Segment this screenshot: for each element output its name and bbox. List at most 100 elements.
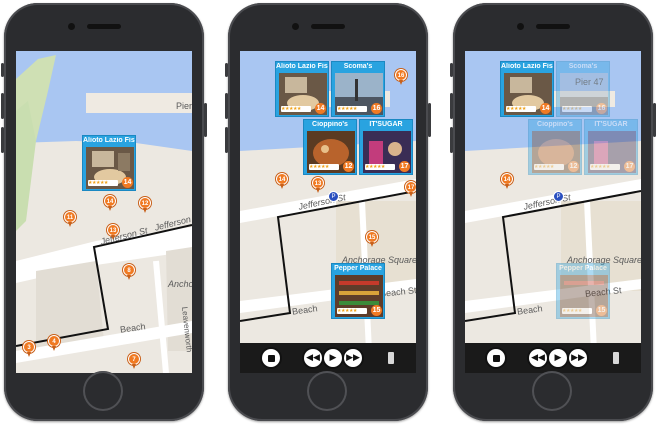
map-pin[interactable]: 12 <box>139 197 151 213</box>
volume-down-button <box>450 127 453 153</box>
poi-card-title: Alioto Lazio Fish <box>501 63 553 70</box>
poi-card[interactable]: Pepper Palace ★★★★★ 15 <box>331 263 385 319</box>
poi-card-title: Cioppino's <box>312 121 348 128</box>
stop-icon <box>492 354 500 362</box>
rating-stars: ★★★★★ <box>562 308 592 314</box>
poi-card[interactable]: IT'SUGAR ★★★★★ 17 <box>359 119 413 175</box>
poi-number-badge: 16 <box>596 103 607 114</box>
map-pin[interactable]: 13 <box>312 177 324 193</box>
play-icon: ▶ <box>329 353 337 363</box>
fast-forward-button[interactable]: ▶▶ <box>569 349 587 367</box>
home-button[interactable] <box>307 371 347 411</box>
parking-pin[interactable]: P <box>553 191 564 202</box>
map-pin[interactable]: 13 <box>107 224 119 240</box>
map-pin[interactable]: 8 <box>123 264 135 280</box>
poi-number-badge: 17 <box>399 161 410 172</box>
poi-card[interactable]: Cioppino's ★★★★★ 12 <box>528 119 582 175</box>
poi-card[interactable]: Scoma's ★★★★★ 16 <box>556 61 610 117</box>
map-pin[interactable]: 4 <box>48 335 60 351</box>
map-label-anchorage: Anchorage <box>168 279 192 289</box>
mute-switch <box>450 63 453 77</box>
poi-number-badge: 16 <box>371 103 382 114</box>
volume-down-button <box>225 127 228 153</box>
rating-stars: ★★★★★ <box>534 164 564 170</box>
poi-card[interactable]: Alioto Lazio Fish ★★★★★ 14 <box>275 61 329 117</box>
rating-stars: ★★★★★ <box>337 308 367 314</box>
map-pin[interactable]: 15 <box>366 231 378 247</box>
rewind-icon: ◀◀ <box>531 353 545 363</box>
rating-stars: ★★★★★ <box>562 106 592 112</box>
front-camera <box>292 23 299 30</box>
poi-number-badge: 15 <box>596 305 607 316</box>
poi-card[interactable]: Scoma's ★★★★★ 16 <box>331 61 385 117</box>
rewind-button[interactable]: ◀◀ <box>529 349 547 367</box>
map-pin[interactable]: 3 <box>23 341 35 357</box>
rewind-button[interactable]: ◀◀ <box>304 349 322 367</box>
poi-number-badge: 15 <box>371 305 382 316</box>
home-button[interactable] <box>532 371 572 411</box>
front-camera <box>517 23 524 30</box>
poi-number-badge: 12 <box>568 161 579 172</box>
map-pin[interactable]: 14 <box>104 195 116 211</box>
poi-number-badge: 14 <box>540 103 551 114</box>
poi-card[interactable]: Alioto Lazio Fish ★★★★★ 14 <box>500 61 554 117</box>
play-button[interactable]: ▶ <box>549 349 567 367</box>
rating-stars: ★★★★★ <box>590 164 620 170</box>
map-screen[interactable]: Pier 47 Jefferson St Anchorage Square Be… <box>465 51 641 373</box>
map-label-pier: Pier <box>176 101 192 111</box>
poi-card-title: Cioppino's <box>537 121 573 128</box>
power-button <box>428 103 431 137</box>
parking-pin[interactable]: P <box>328 191 339 202</box>
poi-card[interactable]: Cioppino's ★★★★★ 12 <box>303 119 357 175</box>
earpiece-speaker <box>536 24 570 29</box>
phone-2: Jefferson St Anchorage Square Beach Beac… <box>225 3 431 421</box>
map-canvas[interactable] <box>16 51 192 373</box>
play-icon: ▶ <box>554 353 562 363</box>
playback-controls: ◀◀ ▶ ▶▶ <box>240 343 416 373</box>
map-screen[interactable]: Pier Jefferson St Jefferson St Anchorage… <box>16 51 192 373</box>
stop-button[interactable] <box>262 349 280 367</box>
mute-switch <box>1 63 4 77</box>
poi-number-badge: 17 <box>624 161 635 172</box>
poi-card[interactable]: IT'SUGAR ★★★★★ 17 <box>584 119 638 175</box>
map-screen[interactable]: Jefferson St Anchorage Square Beach Beac… <box>240 51 416 373</box>
playback-controls: ◀◀ ▶ ▶▶ <box>465 343 641 373</box>
stop-icon <box>267 354 275 362</box>
poi-card[interactable]: Pepper Palace ★★★★★ 15 <box>556 263 610 319</box>
rating-stars: ★★★★★ <box>88 180 118 186</box>
earpiece-speaker <box>87 24 121 29</box>
progress-slider[interactable] <box>613 352 619 364</box>
rewind-icon: ◀◀ <box>306 353 320 363</box>
rating-stars: ★★★★★ <box>337 106 367 112</box>
power-button <box>204 103 207 137</box>
poi-number-badge: 14 <box>122 177 133 188</box>
fast-forward-icon: ▶▶ <box>571 353 585 363</box>
map-pin[interactable]: 14 <box>276 173 288 189</box>
poi-card-title: Scoma's <box>568 63 598 70</box>
poi-card-title: Alioto Lazio Fish <box>83 137 135 144</box>
poi-card[interactable]: Alioto Lazio Fish ★★★★★ 14 <box>82 135 136 191</box>
phone-3: Pier 47 Jefferson St Anchorage Square Be… <box>450 3 656 421</box>
map-pin[interactable]: 17 <box>405 181 416 197</box>
mute-switch <box>225 63 228 77</box>
stop-button[interactable] <box>487 349 505 367</box>
progress-slider[interactable] <box>388 352 394 364</box>
map-pin[interactable]: 16 <box>395 69 407 85</box>
play-button[interactable]: ▶ <box>324 349 342 367</box>
map-pin[interactable]: 14 <box>501 173 513 189</box>
earpiece-speaker <box>311 24 345 29</box>
fast-forward-icon: ▶▶ <box>346 353 360 363</box>
volume-up-button <box>450 93 453 119</box>
phone-1: Pier Jefferson St Jefferson St Anchorage… <box>1 3 207 421</box>
poi-card-title: IT'SUGAR <box>594 121 628 128</box>
home-button[interactable] <box>83 371 123 411</box>
poi-number-badge: 12 <box>343 161 354 172</box>
fast-forward-button[interactable]: ▶▶ <box>344 349 362 367</box>
map-pin[interactable]: 11 <box>64 211 76 227</box>
volume-down-button <box>1 127 4 153</box>
power-button <box>653 103 656 137</box>
rating-stars: ★★★★★ <box>309 164 339 170</box>
volume-up-button <box>225 93 228 119</box>
volume-up-button <box>1 93 4 119</box>
map-pin[interactable]: 7 <box>128 353 140 369</box>
